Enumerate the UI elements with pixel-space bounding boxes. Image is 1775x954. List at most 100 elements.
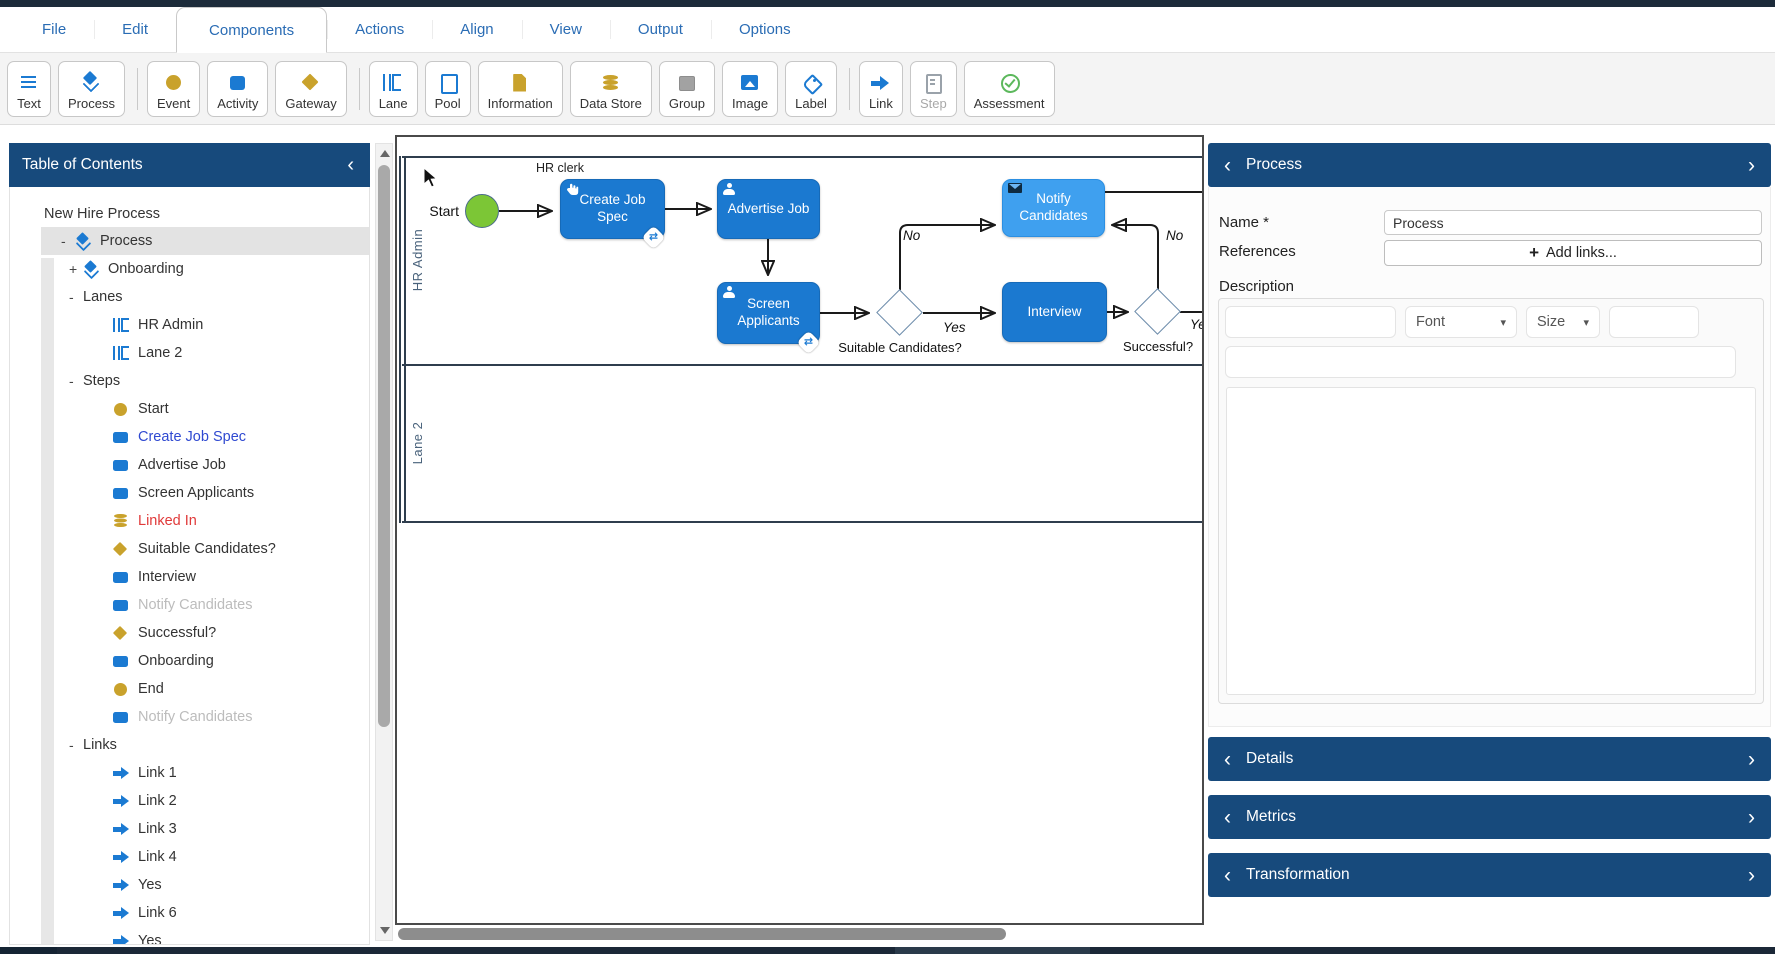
scroll-up-icon[interactable]	[380, 150, 390, 157]
toc-row-onboarding-process[interactable]: + Onboarding	[41, 255, 369, 283]
task-screen-applicants[interactable]: Screen Applicants	[717, 282, 820, 344]
italic-button[interactable]	[1263, 311, 1277, 333]
task-notify-candidates[interactable]: Notify Candidates	[1002, 179, 1105, 237]
section-metrics[interactable]: ‹ Metrics ›	[1208, 795, 1771, 839]
task-advertise-job[interactable]: Advertise Job	[717, 179, 820, 239]
tree-expander-icon[interactable]: +	[69, 261, 83, 277]
chevron-left-icon[interactable]: ‹	[1224, 155, 1231, 176]
font-color-caret[interactable]	[1261, 351, 1275, 373]
strikethrough-button[interactable]	[1317, 311, 1331, 333]
rte-divider[interactable]	[1361, 351, 1375, 373]
toc-row-interview[interactable]: Interview	[41, 563, 369, 591]
toc-row-suitable-candidates[interactable]: Suitable Candidates?	[41, 535, 369, 563]
templates-button[interactable]	[1674, 311, 1688, 333]
align-right-button[interactable]	[1511, 351, 1525, 373]
image-button[interactable]: Image	[722, 61, 778, 117]
indent-button[interactable]	[1411, 351, 1425, 373]
toc-row-link-2[interactable]: Link 2	[41, 787, 369, 815]
tree-expander-icon[interactable]: -	[69, 289, 83, 305]
chevron-left-icon[interactable]: ‹	[1224, 749, 1231, 770]
vertical-scroll-thumb[interactable]	[378, 165, 390, 727]
link-button[interactable]: Link	[859, 61, 903, 117]
diagram-canvas[interactable]: HR Admin Lane 2 HR clerk Start	[395, 135, 1204, 925]
toc-row-notify-candidates-2[interactable]: Notify Candidates	[41, 703, 369, 731]
add-links-button[interactable]: + Add links...	[1384, 240, 1762, 266]
menu-align[interactable]: Align	[432, 7, 521, 52]
rte-divider[interactable]	[1286, 351, 1300, 373]
chevron-right-icon[interactable]: ›	[1748, 155, 1755, 176]
toc-row-successful[interactable]: Successful?	[41, 619, 369, 647]
outdent-button[interactable]	[1386, 351, 1400, 373]
start-event[interactable]	[465, 194, 499, 228]
linked-process-icon[interactable]	[796, 330, 820, 354]
insert-link-button[interactable]	[1586, 351, 1600, 373]
size-dropdown[interactable]: Size ▾	[1526, 306, 1600, 338]
task-create-job-spec[interactable]: Create Job Spec	[560, 179, 665, 239]
toc-row-link-1[interactable]: Link 1	[41, 759, 369, 787]
toc-root-node[interactable]: New Hire Process	[44, 206, 369, 222]
pool-button[interactable]: Pool	[425, 61, 471, 117]
line-height-button[interactable]	[1636, 351, 1650, 373]
menu-options[interactable]: Options	[711, 7, 819, 52]
tree-expander-icon[interactable]: -	[69, 737, 83, 753]
gateway-button[interactable]: Gateway	[275, 61, 346, 117]
toc-row-create-job-spec[interactable]: Create Job Spec	[41, 423, 369, 451]
chevron-right-icon[interactable]: ›	[1748, 749, 1755, 770]
label-button[interactable]: Label	[785, 61, 837, 117]
information-button[interactable]: Information	[478, 61, 563, 117]
task-interview[interactable]: Interview	[1002, 282, 1107, 342]
toc-row-yes-2[interactable]: Yes	[41, 927, 369, 945]
toc-row-lane-2[interactable]: Lane 2	[41, 339, 369, 367]
special-char-button[interactable]	[1611, 351, 1625, 373]
chevron-left-icon[interactable]: ‹	[1224, 865, 1231, 886]
linked-process-icon[interactable]	[641, 225, 665, 249]
menu-output[interactable]: Output	[610, 7, 711, 52]
chevron-right-icon[interactable]: ›	[1748, 865, 1755, 886]
remove-format-button[interactable]	[1620, 311, 1634, 333]
align-center-button[interactable]	[1486, 351, 1500, 373]
process-section-header[interactable]: ‹ Process ›	[1208, 143, 1771, 187]
toc-row-lanes[interactable]: - Lanes	[41, 283, 369, 311]
superscript-button[interactable]	[1371, 311, 1385, 333]
paste-text-button[interactable]	[1561, 351, 1575, 373]
canvas-vertical-scrollbar[interactable]	[375, 143, 393, 941]
tree-expander-icon[interactable]: -	[69, 373, 83, 389]
group-button[interactable]: Group	[659, 61, 715, 117]
font-color-button[interactable]	[1236, 351, 1250, 373]
tree-expander-icon[interactable]: -	[61, 233, 75, 249]
menu-actions[interactable]: Actions	[327, 7, 432, 52]
step-button[interactable]: Step	[910, 61, 957, 117]
toc-row-links[interactable]: - Links	[41, 731, 369, 759]
align-left-button[interactable]	[1461, 351, 1475, 373]
assessment-button[interactable]: Assessment	[964, 61, 1055, 117]
insert-table-button[interactable]	[1686, 351, 1700, 373]
section-details[interactable]: ‹ Details ›	[1208, 737, 1771, 781]
menu-file[interactable]: File	[14, 7, 94, 52]
hr-clerk-annotation[interactable]: HR clerk	[515, 161, 605, 175]
toc-row-process[interactable]: - Process	[41, 227, 369, 255]
font-dropdown[interactable]: Font ▾	[1405, 306, 1517, 338]
underline-button[interactable]	[1290, 311, 1304, 333]
process-button[interactable]: Process	[58, 61, 125, 117]
rte-divider[interactable]	[1536, 351, 1550, 373]
toc-row-linked-in[interactable]: Linked In	[41, 507, 369, 535]
toc-row-start[interactable]: Start	[41, 395, 369, 423]
toc-row-screen-applicants[interactable]: Screen Applicants	[41, 479, 369, 507]
toc-row-onboarding-step[interactable]: Onboarding	[41, 647, 369, 675]
tab-components[interactable]: Components	[176, 7, 327, 53]
data-store-button[interactable]: Data Store	[570, 61, 652, 117]
toc-row-link-3[interactable]: Link 3	[41, 815, 369, 843]
collapse-panel-icon[interactable]: ‹	[344, 155, 357, 175]
lane-button[interactable]: Lane	[369, 61, 418, 117]
menu-view[interactable]: View	[522, 7, 610, 52]
section-transformation[interactable]: ‹ Transformation ›	[1208, 853, 1771, 897]
maximize-button[interactable]	[1647, 311, 1661, 333]
toc-row-end[interactable]: End	[41, 675, 369, 703]
toc-row-link-6[interactable]: Link 6	[41, 899, 369, 927]
name-input[interactable]	[1384, 210, 1762, 235]
description-text-area[interactable]	[1226, 387, 1756, 695]
toc-row-steps[interactable]: - Steps	[41, 367, 369, 395]
horizontal-scroll-thumb[interactable]	[398, 928, 1006, 940]
subscript-button[interactable]	[1344, 311, 1358, 333]
toc-row-advertise-job[interactable]: Advertise Job	[41, 451, 369, 479]
